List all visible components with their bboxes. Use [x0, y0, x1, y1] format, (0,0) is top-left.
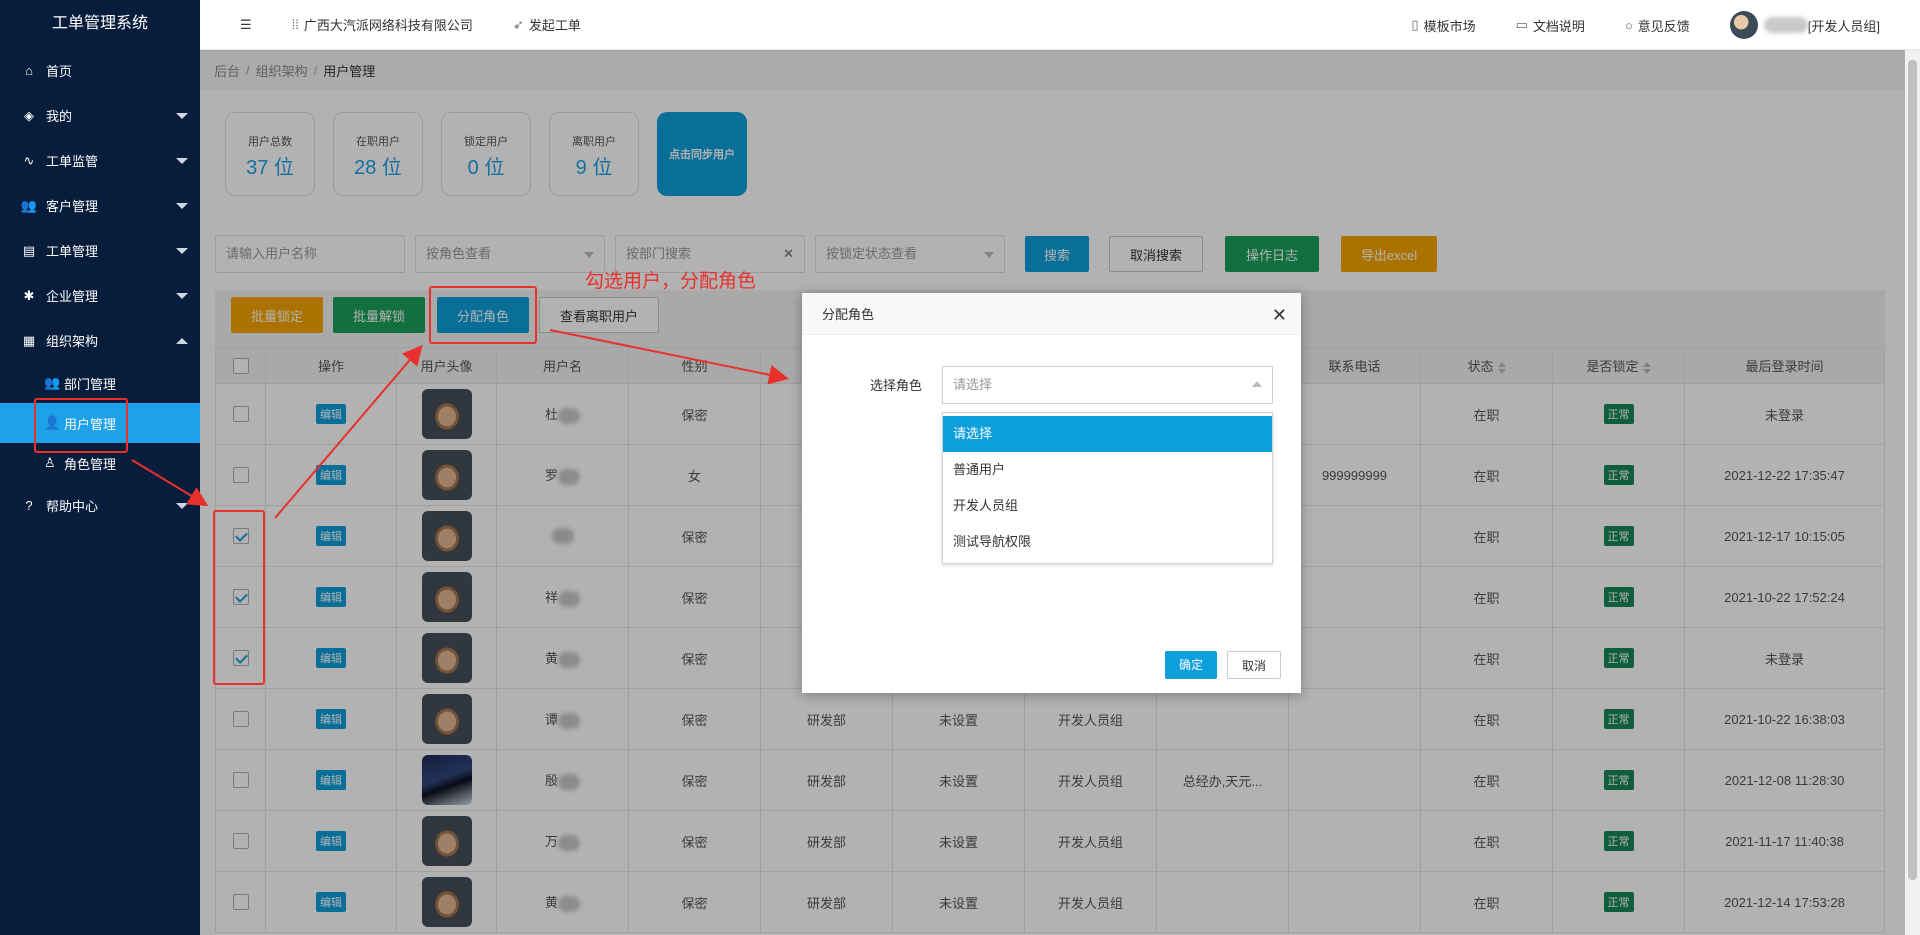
- clipboard-icon: ▤: [22, 242, 36, 258]
- circle-icon: ○: [1624, 17, 1633, 33]
- sidebar-item-label: 首页: [46, 64, 73, 79]
- sidebar-item-label: 组织架构: [46, 334, 99, 349]
- template-icon: ▯: [1411, 17, 1419, 32]
- scrollbar-thumb[interactable]: [1908, 60, 1917, 880]
- sidebar-item-label: 帮助中心: [46, 499, 99, 514]
- grid-icon: ⁞⁞: [291, 17, 299, 32]
- annotation-box-assign-role: [429, 286, 537, 344]
- docs-link[interactable]: ▭ 文档说明: [1516, 16, 1585, 35]
- home-icon: ⌂: [25, 63, 33, 78]
- send-icon: ➶: [512, 16, 524, 32]
- sidebar-item-org[interactable]: ▦ 组织架构: [0, 318, 200, 363]
- sidebar-subitem-departments[interactable]: 👥 部门管理: [0, 363, 200, 403]
- template-market-link[interactable]: ▯ 模板市场: [1411, 16, 1475, 35]
- sidebar-item-label: 工单管理: [46, 244, 99, 259]
- gear-icon: ✱: [23, 287, 35, 303]
- sidebar-item-label: 企业管理: [46, 289, 99, 304]
- annotation-text: 勾选用户，分配角色: [585, 271, 757, 292]
- user-menu[interactable]: [开发人员组]: [1729, 11, 1880, 39]
- chevron-down-icon: [176, 158, 188, 164]
- chevron-up-icon: [1252, 381, 1262, 387]
- sidebar-item-supervision[interactable]: ∿ 工单监管: [0, 138, 200, 183]
- annotation-box-user-menu: [34, 398, 128, 453]
- role-field-label: 选择角色: [870, 378, 923, 393]
- role-option[interactable]: 测试导航权限: [943, 524, 1272, 560]
- sidebar-item-tickets[interactable]: ▤ 工单管理: [0, 228, 200, 273]
- sidebar-item-home[interactable]: ⌂ 首页: [0, 48, 200, 93]
- page-scrollbar[interactable]: [1905, 50, 1920, 935]
- docs-label: 文档说明: [1532, 18, 1585, 34]
- book-icon: ▭: [1515, 17, 1528, 32]
- sidebar-subitem-label: 部门管理: [64, 376, 117, 392]
- template-market-label: 模板市场: [1423, 18, 1476, 34]
- user-role: [开发人员组]: [1807, 18, 1880, 34]
- new-ticket-link[interactable]: ➶ 发起工单: [513, 15, 581, 34]
- header-right: ▯ 模板市场 ▭ 文档说明 ○ 意见反馈 [开发人员组]: [1411, 0, 1920, 50]
- sidebar-item-mine[interactable]: ◈ 我的: [0, 93, 200, 138]
- feedback-link[interactable]: ○ 意见反馈: [1625, 16, 1690, 35]
- chevron-down-icon: [176, 113, 188, 119]
- sidebar-item-label: 工单监管: [46, 154, 99, 169]
- confirm-button[interactable]: 确定: [1164, 651, 1217, 679]
- role-dropdown: 请选择 普通用户 开发人员组 测试导航权限: [942, 412, 1273, 564]
- cancel-button[interactable]: 取消: [1226, 651, 1281, 679]
- annotation-box-checkboxes: [213, 510, 265, 685]
- top-header: ☰ ⁞⁞ 广西大汽派网络科技有限公司 ➶ 发起工单 ▯ 模板市场 ▭ 文档说明 …: [200, 0, 1920, 50]
- layers-icon: ◈: [24, 107, 34, 123]
- calendar-icon: ▦: [22, 332, 36, 348]
- role-select[interactable]: 请选择: [942, 366, 1273, 404]
- sidebar-item-customers[interactable]: 👥 客户管理: [0, 183, 200, 228]
- company-switcher[interactable]: ⁞⁞ 广西大汽派网络科技有限公司: [292, 15, 473, 34]
- question-icon: ?: [25, 498, 33, 513]
- chevron-down-icon: [176, 203, 188, 209]
- menu-toggle-icon[interactable]: ☰: [240, 17, 252, 33]
- role-option[interactable]: 普通用户: [943, 452, 1272, 488]
- chevron-down-icon: [176, 503, 188, 509]
- pulse-icon: ∿: [23, 152, 35, 168]
- dialog-header: 分配角色 ✕: [802, 293, 1301, 335]
- user-outline-icon: ♙: [44, 455, 56, 470]
- chevron-down-icon: [176, 248, 188, 254]
- users-icon: 👥: [44, 375, 61, 390]
- role-select-placeholder: 请选择: [953, 377, 993, 392]
- company-name: 广西大汽派网络科技有限公司: [303, 18, 473, 33]
- role-option[interactable]: 开发人员组: [943, 488, 1272, 524]
- role-option[interactable]: 请选择: [943, 416, 1272, 452]
- app-title: 工单管理系统: [51, 15, 148, 32]
- dialog-title: 分配角色: [822, 307, 875, 322]
- avatar: [1729, 11, 1758, 39]
- dialog-buttons: 确定 取消: [1155, 651, 1281, 679]
- sidebar-item-help[interactable]: ? 帮助中心: [0, 483, 200, 528]
- close-icon[interactable]: ✕: [1272, 305, 1287, 326]
- sidebar-item-enterprise[interactable]: ✱ 企业管理: [0, 273, 200, 318]
- sidebar-item-label: 客户管理: [46, 199, 99, 214]
- username-redacted: [1763, 17, 1808, 33]
- sidebar: 工单管理系统 ⌂ 首页 ◈ 我的 ∿ 工单监管 👥 客户管理 ▤ 工单管理 ✱ …: [0, 0, 200, 935]
- assign-role-dialog: 分配角色 ✕ 选择角色 请选择 请选择 普通用户 开发人员组 测试导航权限 确定…: [802, 293, 1301, 693]
- new-ticket-label: 发起工单: [528, 18, 581, 33]
- chevron-down-icon: [176, 293, 188, 299]
- sidebar-item-label: 我的: [46, 109, 73, 124]
- sidebar-subitem-label: 角色管理: [64, 456, 117, 472]
- chevron-up-icon: [176, 338, 188, 344]
- users-icon: 👥: [20, 197, 38, 213]
- feedback-label: 意见反馈: [1637, 18, 1690, 34]
